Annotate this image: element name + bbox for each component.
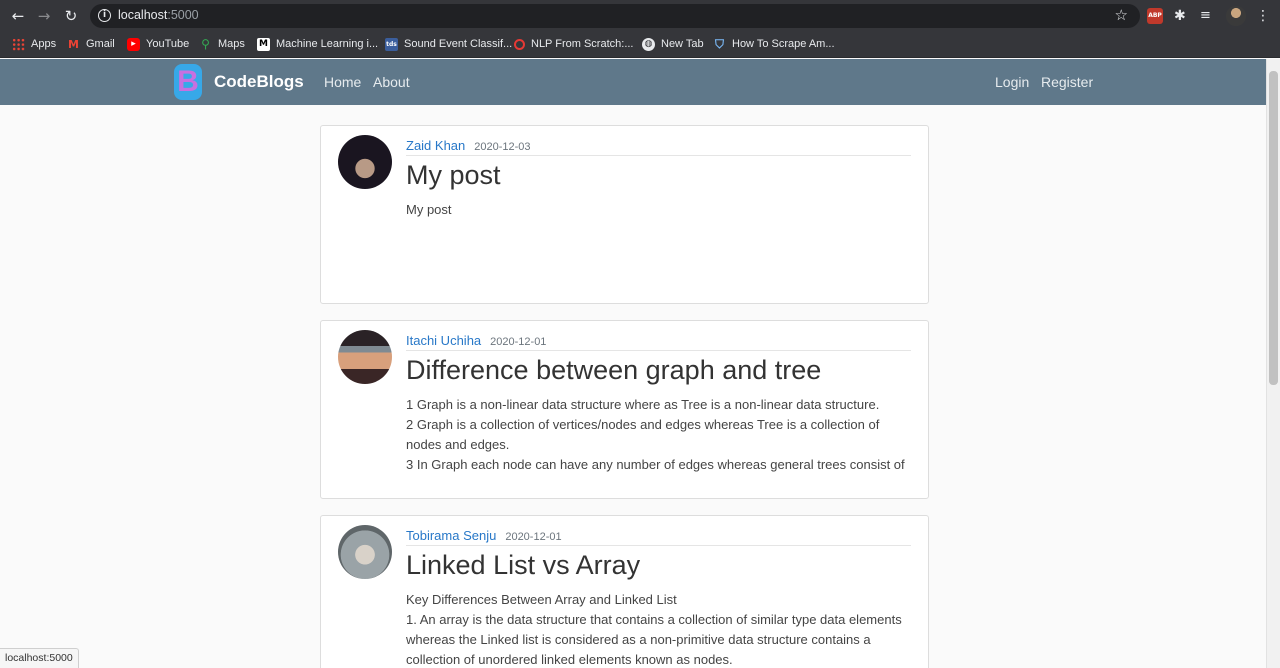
post-date: 2020-12-03 — [474, 141, 531, 153]
bookmark-medium[interactable]: M Machine Learning i... — [257, 36, 378, 52]
nav-home-link[interactable]: Home — [324, 74, 361, 90]
bookmarks-bar: Apps M Gmail ▸ YouTube ⚲ Maps M Machine Lear… — [0, 31, 1280, 58]
site-navbar: B CodeBlogs Home About Login Register — [0, 59, 1266, 105]
bookmark-label: New Tab — [661, 38, 704, 50]
bookmark-label: Apps — [31, 38, 57, 50]
bookmark-nlp[interactable]: NLP From Scratch:... — [514, 36, 634, 52]
gmail-icon: M — [68, 37, 79, 51]
site-info-icon[interactable]: i — [98, 9, 111, 22]
post-title[interactable]: Linked List vs Array — [406, 550, 640, 581]
bookmark-youtube[interactable]: ▸ YouTube — [127, 36, 189, 52]
profile-avatar[interactable] — [1226, 6, 1246, 26]
post-line: 3 In Graph each node can have any number… — [406, 457, 905, 472]
media-control-icon[interactable]: ≡ — [1200, 8, 1216, 24]
scrollbar-thumb[interactable] — [1269, 71, 1278, 385]
post-card: Itachi Uchiha 2020-12-01 Difference betwe… — [320, 320, 929, 499]
extensions-puzzle-icon[interactable]: ✱ — [1174, 8, 1190, 24]
bookmark-new-tab[interactable]: ◍ New Tab — [642, 36, 704, 52]
reload-icon[interactable]: ↻ — [62, 7, 80, 25]
post-card: Tobirama Senju 2020-12-01 Linked List vs … — [320, 515, 929, 668]
pytorch-icon — [514, 38, 525, 50]
post-line: 2 Graph is a collection of vertices/node… — [406, 417, 880, 452]
author-avatar — [338, 525, 392, 579]
medium-icon: M — [257, 37, 270, 51]
bookmark-label: Gmail — [86, 38, 115, 50]
bookmark-label: Sound Event Classif... — [404, 38, 513, 50]
codeblogs-logo-icon[interactable]: B — [174, 64, 202, 100]
post-line: My post — [406, 202, 452, 217]
post-content: 1 Graph is a non-linear data structure w… — [406, 395, 916, 475]
post-meta: Tobirama Senju 2020-12-01 — [406, 527, 911, 546]
author-link[interactable]: Zaid Khan — [406, 138, 465, 153]
author-link[interactable]: Itachi Uchiha — [406, 333, 481, 348]
browser-menu-icon[interactable]: ⋮ — [1255, 8, 1271, 24]
maps-icon: ⚲ — [201, 36, 210, 51]
url-port: :5000 — [167, 8, 199, 22]
link-status-bubble: localhost:5000 — [0, 648, 79, 668]
post-title[interactable]: My post — [406, 160, 501, 191]
post-card: Zaid Khan 2020-12-03 My post My post — [320, 125, 929, 304]
nav-about-link[interactable]: About — [373, 74, 410, 90]
post-title[interactable]: Difference between graph and tree — [406, 355, 821, 386]
post-line: Key Differences Between Array and Linked… — [406, 592, 677, 607]
author-avatar — [338, 330, 392, 384]
nav-register-link[interactable]: Register — [1041, 74, 1093, 90]
post-content: My post — [406, 200, 916, 220]
brand-name[interactable]: CodeBlogs — [214, 72, 304, 92]
address-url[interactable]: localhost:5000 — [118, 8, 199, 22]
address-bar[interactable]: i localhost:5000 ☆ — [90, 4, 1140, 28]
bookmark-gmail[interactable]: M Gmail — [67, 36, 115, 52]
bookmark-label: NLP From Scratch:... — [531, 38, 634, 50]
post-meta: Itachi Uchiha 2020-12-01 — [406, 332, 911, 351]
bookmark-label: Machine Learning i... — [276, 38, 379, 50]
author-avatar — [338, 135, 392, 189]
logo-letter: B — [177, 65, 199, 98]
post-date: 2020-12-01 — [490, 336, 547, 348]
author-link[interactable]: Tobirama Senju — [406, 528, 496, 543]
post-meta: Zaid Khan 2020-12-03 — [406, 137, 911, 156]
bookmark-star-icon[interactable]: ☆ — [1115, 6, 1128, 24]
page-scrollbar[interactable] — [1266, 59, 1280, 668]
bookmark-label: Maps — [218, 38, 245, 50]
post-date: 2020-12-01 — [505, 531, 562, 543]
bookmark-scrape[interactable]: ⛉ How To Scrape Am... — [713, 36, 835, 52]
youtube-icon: ▸ — [127, 37, 140, 51]
url-host: localhost — [118, 8, 168, 22]
bookmark-label: YouTube — [146, 38, 190, 50]
forward-arrow-icon[interactable]: → — [35, 7, 53, 25]
apps-grid-icon — [12, 37, 25, 51]
site-icon: tds — [385, 37, 398, 51]
bookmark-sound-event[interactable]: tds Sound Event Classif... — [385, 36, 512, 52]
shield-icon: ⛉ — [714, 36, 724, 51]
post-line: 1 Graph is a non-linear data structure w… — [406, 397, 880, 412]
bookmark-maps[interactable]: ⚲ Maps — [199, 36, 245, 52]
nav-login-link[interactable]: Login — [995, 74, 1029, 90]
globe-icon: ◍ — [642, 37, 655, 51]
bookmark-label: How To Scrape Am... — [732, 38, 835, 50]
browser-toolbar: ← → ↻ i localhost:5000 ☆ ABP ✱ ≡ ⋮ — [0, 0, 1280, 31]
post-line: 1. An array is the data structure that c… — [406, 612, 902, 667]
post-content: Key Differences Between Array and Linked… — [406, 590, 916, 668]
adblock-plus-icon[interactable]: ABP — [1147, 8, 1163, 24]
bookmark-apps[interactable]: Apps — [12, 36, 56, 52]
back-arrow-icon[interactable]: ← — [9, 7, 27, 25]
